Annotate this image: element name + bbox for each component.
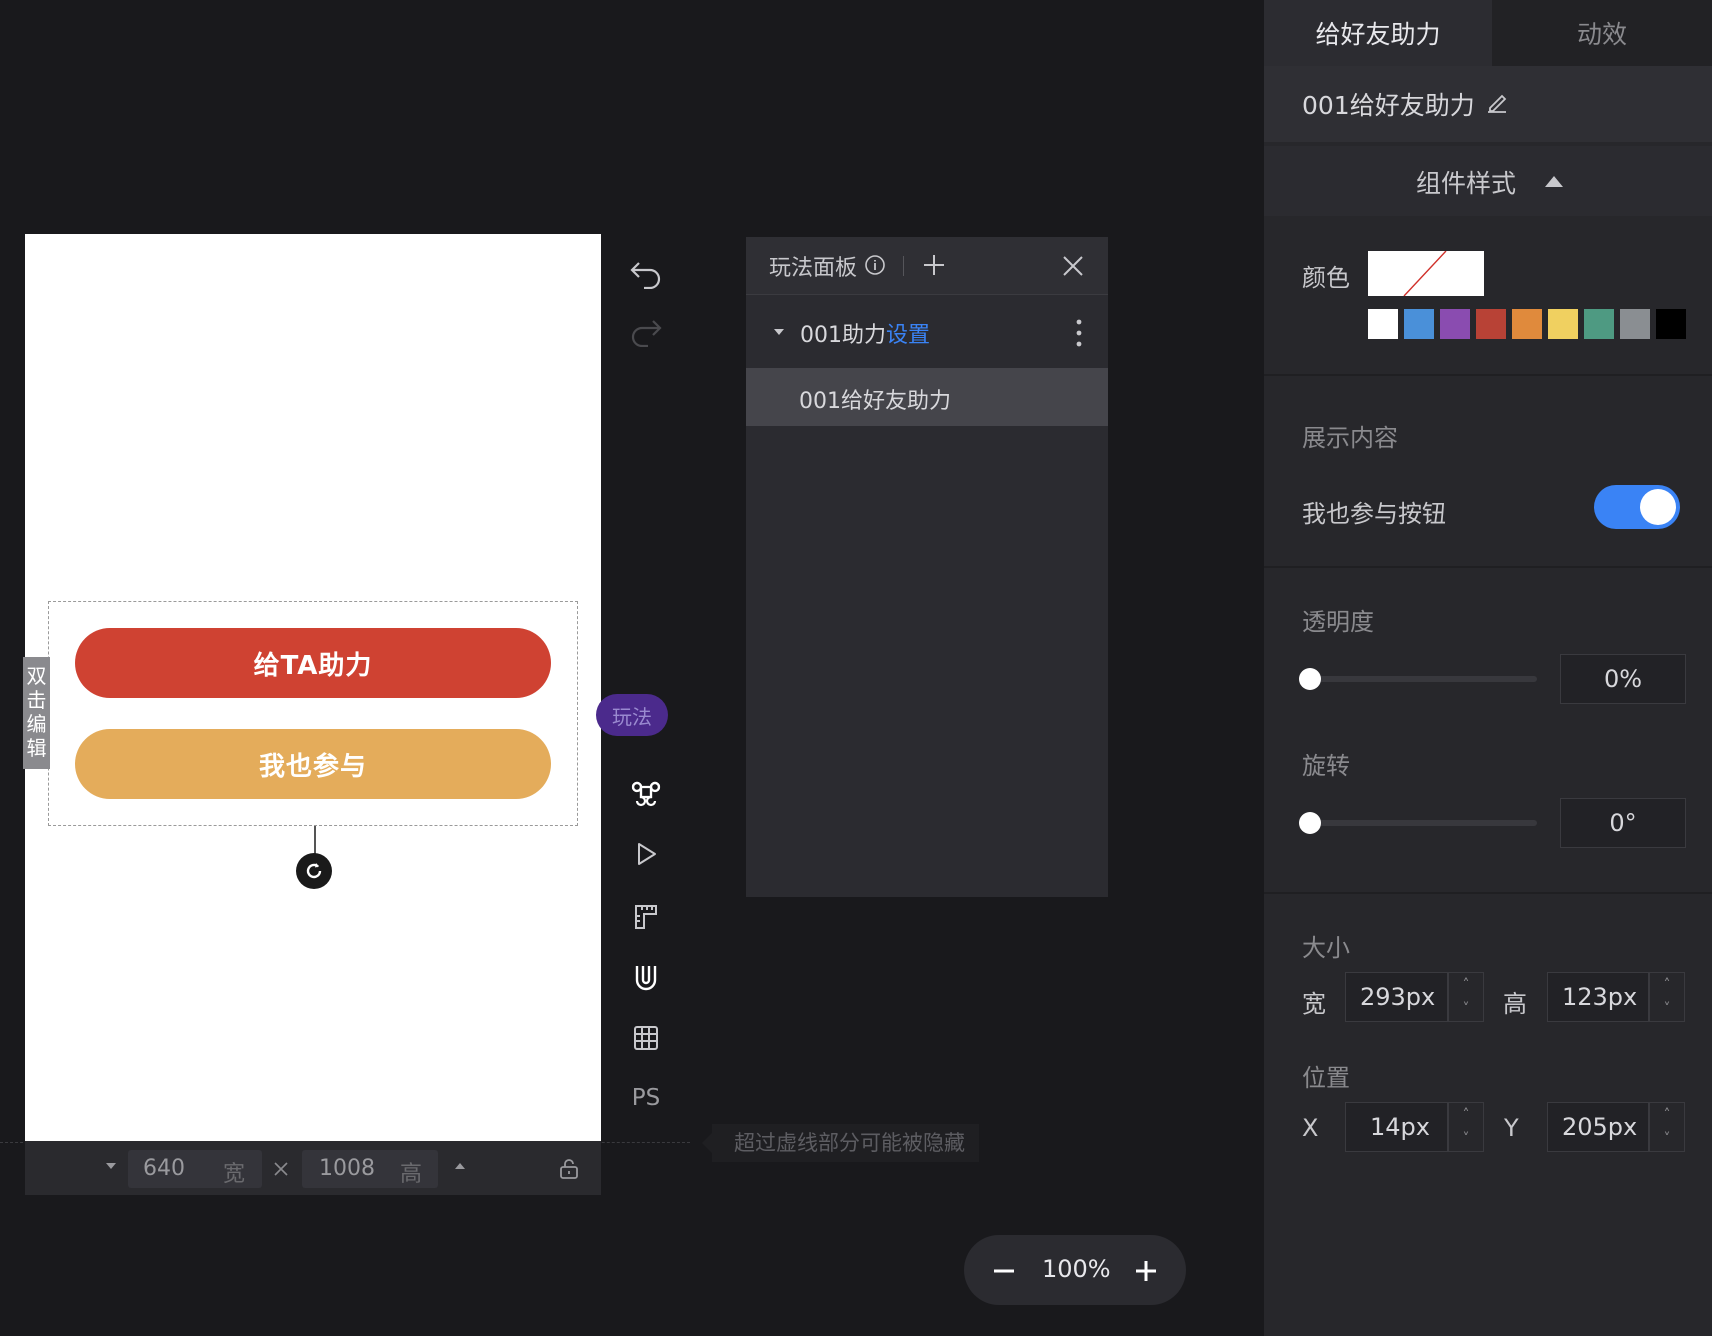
height-input[interactable]: 123px [1547,972,1649,1022]
canvas-height-field[interactable]: 1008 高 [302,1150,438,1188]
height-stepper[interactable]: ˄ ˅ [1649,972,1685,1022]
y-label: Y [1504,1114,1519,1142]
more-vertical-icon[interactable] [1075,318,1083,348]
join-button-toggle-label: 我也参与按钮 [1302,500,1446,528]
step-up-icon[interactable]: ˄ [1650,973,1684,997]
magnet-icon[interactable] [628,960,664,996]
preview-play-icon[interactable] [628,836,664,872]
zoom-level: 100% [1042,1255,1111,1283]
step-down-icon[interactable]: ˅ [1449,1127,1483,1151]
join-button[interactable]: 我也参与 [75,729,551,799]
rotation-slider-handle[interactable] [1299,812,1321,834]
section-divider [1264,566,1712,568]
zoom-out-icon[interactable] [992,1259,1016,1283]
x-label: X [1302,1114,1319,1142]
edit-pencil-icon[interactable] [1484,90,1510,116]
header-separator [903,256,904,276]
play-group-settings-link[interactable]: 设置 [886,317,930,349]
x-input[interactable]: 14px [1345,1102,1448,1152]
size-label: 大小 [1302,934,1350,962]
component-name-row: 001给好友助力 [1264,66,1712,142]
x-stepper[interactable]: ˄ ˅ [1448,1102,1484,1152]
component-name: 001给好友助力 [1302,91,1475,120]
ruler-icon[interactable] [628,898,664,934]
command-icon[interactable] [628,774,664,810]
close-icon[interactable] [1062,255,1084,281]
component-style-header[interactable]: 组件样式 [1264,146,1712,216]
ps-import-button[interactable]: PS [628,1080,664,1116]
opacity-slider-handle[interactable] [1299,668,1321,690]
play-group-row[interactable]: 001助力 设置 [746,300,1108,366]
position-label: 位置 [1302,1064,1350,1092]
expand-up-icon[interactable] [453,1158,467,1177]
canvas-width-field[interactable]: 640 宽 [128,1150,262,1188]
redo-icon[interactable] [628,314,664,350]
opacity-slider-track[interactable] [1310,676,1537,682]
rotation-value-input[interactable]: 0° [1560,798,1686,848]
zoom-control: 100% [964,1235,1186,1305]
color-label: 颜色 [1302,264,1350,292]
height-label: 高 [1503,990,1527,1018]
collapse-up-icon [1545,176,1563,187]
undo-icon[interactable] [628,256,664,292]
tab-animation[interactable]: 动效 [1492,0,1712,66]
times-icon [272,1160,290,1182]
opacity-label: 透明度 [1302,608,1374,636]
play-tag[interactable]: 玩法 [596,694,668,736]
color-swatch[interactable] [1440,309,1470,339]
play-group-name: 001助力 [800,323,886,348]
color-picker[interactable] [1368,251,1484,296]
play-panel-title: 玩法面板 [769,256,858,281]
width-stepper[interactable]: ˄ ˅ [1448,972,1484,1022]
rotation-label: 旋转 [1302,752,1350,780]
canvas-height-unit: 高 [400,1162,423,1187]
toggle-knob [1640,489,1676,525]
play-item-name: 001给好友助力 [799,389,951,414]
width-input[interactable]: 293px [1345,972,1448,1022]
unlock-icon[interactable] [557,1157,581,1185]
step-down-icon[interactable]: ˅ [1449,997,1483,1021]
double-click-edit-label[interactable]: 双 击 编 辑 [23,657,50,769]
color-swatch[interactable] [1620,309,1650,339]
rotation-slider-track[interactable] [1310,820,1537,826]
color-swatch[interactable] [1368,309,1398,339]
collapse-down-icon[interactable] [104,1158,118,1172]
canvas-height-value: 1008 [319,1156,375,1181]
info-icon[interactable] [864,254,886,280]
rotate-handle[interactable] [296,853,332,889]
color-swatch[interactable] [1404,309,1434,339]
width-label: 宽 [1302,990,1326,1018]
section-divider [1264,892,1712,894]
rotate-icon [306,863,322,879]
grid-icon[interactable] [628,1020,664,1056]
zoom-in-icon[interactable] [1134,1259,1158,1283]
step-down-icon[interactable]: ˅ [1650,1127,1684,1151]
caret-down-icon [774,329,784,335]
help-button[interactable]: 给TA助力 [75,628,551,698]
no-color-slash-icon [1403,251,1447,296]
component-style-label: 组件样式 [1416,169,1517,198]
add-icon[interactable] [922,253,946,281]
display-content-label: 展示内容 [1302,424,1398,452]
y-stepper[interactable]: ˄ ˅ [1649,1102,1685,1152]
color-swatch[interactable] [1584,309,1614,339]
opacity-value-input[interactable]: 0% [1560,654,1686,704]
color-swatch[interactable] [1656,309,1686,339]
step-up-icon[interactable]: ˄ [1449,1103,1483,1127]
rotate-connector [314,826,316,856]
color-swatch[interactable] [1512,309,1542,339]
section-divider [1264,374,1712,376]
step-down-icon[interactable]: ˅ [1650,997,1684,1021]
canvas-width-value: 640 [143,1156,185,1181]
step-up-icon[interactable]: ˄ [1650,1103,1684,1127]
tab-help-friend[interactable]: 给好友助力 [1264,0,1492,66]
color-swatch[interactable] [1548,309,1578,339]
play-item-row[interactable]: 001给好友助力 [746,368,1108,426]
canvas-width-unit: 宽 [223,1162,246,1187]
step-up-icon[interactable]: ˄ [1449,973,1483,997]
color-swatch[interactable] [1476,309,1506,339]
hidden-area-hint: 超过虚线部分可能被隐藏 [702,1124,979,1162]
y-input[interactable]: 205px [1547,1102,1649,1152]
